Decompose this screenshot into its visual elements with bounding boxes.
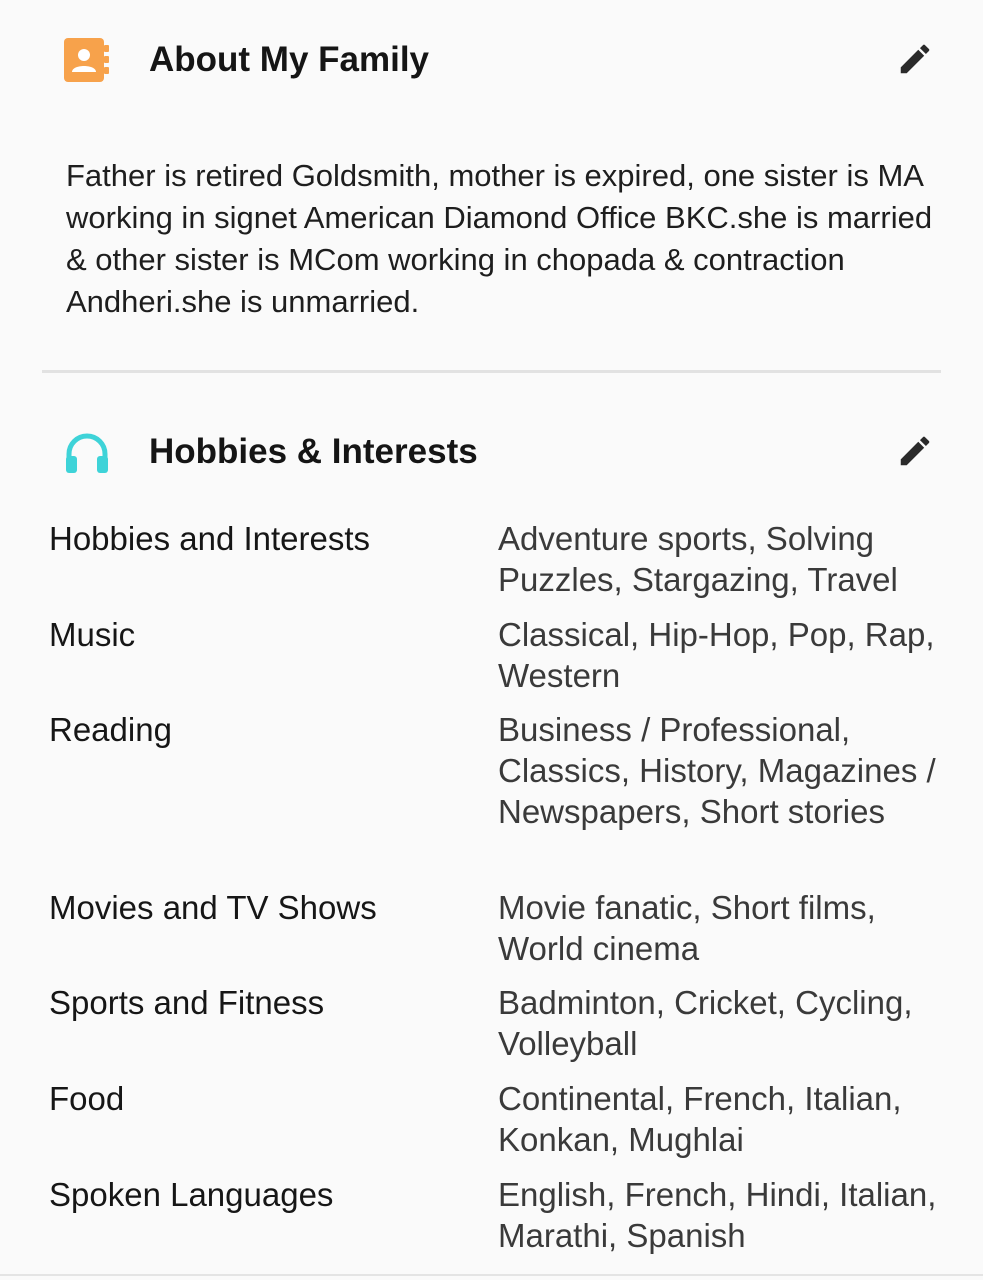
family-section-header: About My Family — [0, 30, 983, 90]
hobby-row-value: Business / Professional, Classics, Histo… — [498, 711, 936, 830]
family-section-title: About My Family — [149, 40, 430, 79]
hobby-row-label: Movies and TV Shows — [49, 889, 377, 926]
hobby-row-value: English, French, Hindi, Italian, Marathi… — [498, 1176, 937, 1254]
hobby-row-label: Food — [49, 1080, 125, 1117]
section-divider — [42, 370, 941, 373]
hobby-row-value: Badminton, Cricket, Cycling, Volleyball — [498, 984, 913, 1062]
hobby-row-value: Adventure sports, Solving Puzzles, Starg… — [498, 520, 898, 598]
hobby-row-label: Reading — [49, 711, 172, 748]
profile-page: About My Family Father is retired Goldsm… — [0, 0, 983, 1280]
hobby-row-value: Movie fanatic, Short films, World cinema — [498, 889, 876, 967]
edit-family-pencil-icon[interactable] — [896, 40, 934, 78]
hobbies-section-title: Hobbies & Interests — [149, 432, 478, 471]
hobby-row-label: Hobbies and Interests — [49, 520, 371, 557]
hobbies-section-header: Hobbies & Interests — [0, 422, 983, 482]
hobby-row-value: Classical, Hip-Hop, Pop, Rap, Western — [498, 616, 935, 694]
bottom-divider — [0, 1274, 983, 1276]
family-description: Father is retired Goldsmith, mother is e… — [66, 158, 933, 319]
hobby-row-value: Continental, French, Italian, Konkan, Mu… — [498, 1080, 902, 1158]
edit-hobbies-pencil-icon[interactable] — [896, 432, 934, 470]
hobby-row-label: Spoken Languages — [49, 1176, 334, 1213]
hobby-row-label: Music — [49, 616, 136, 653]
headphones-icon — [64, 430, 110, 474]
hobby-row-label: Sports and Fitness — [49, 984, 325, 1021]
contact-book-icon — [64, 38, 110, 82]
